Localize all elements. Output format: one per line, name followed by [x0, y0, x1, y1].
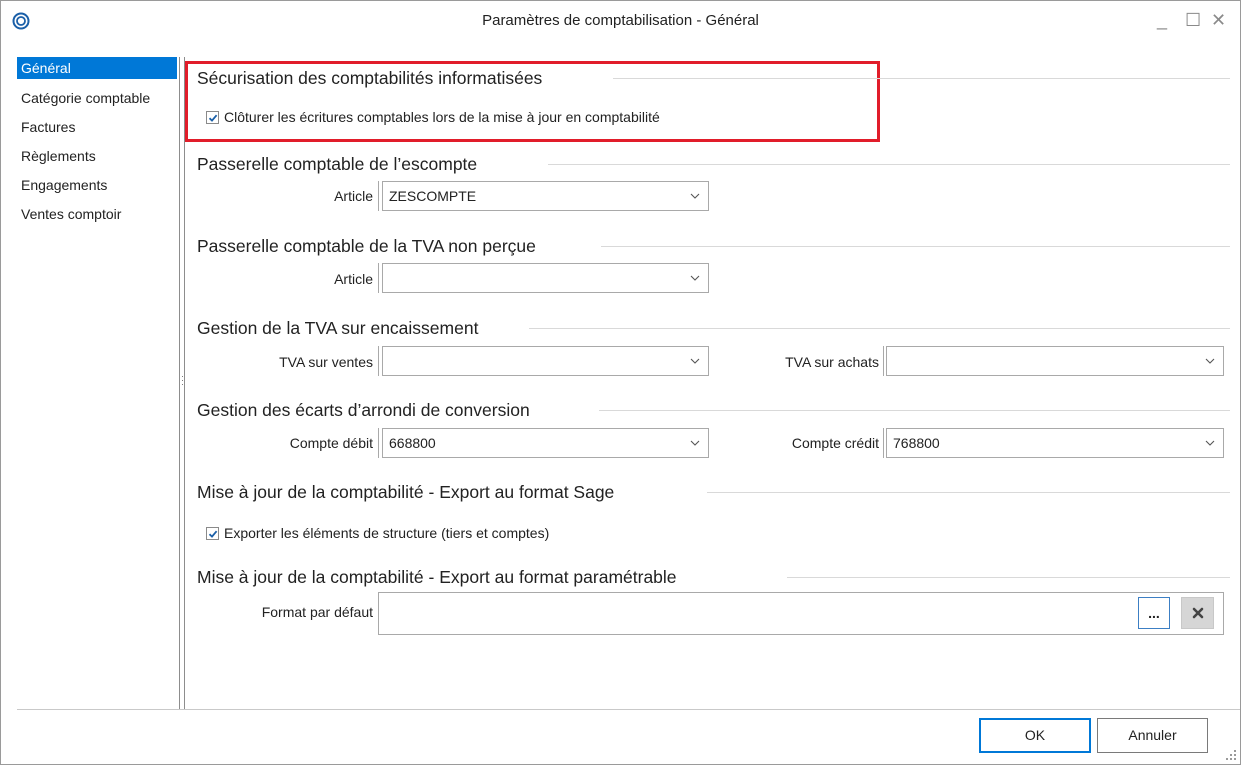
sidebar-item-engagements[interactable]: Engagements	[17, 173, 177, 202]
browse-format-button[interactable]: ...	[1138, 597, 1170, 629]
dialog-window: Paramètres de comptabilisation - Général…	[0, 0, 1241, 765]
compte-debit-value: 668800	[389, 435, 436, 451]
sidebar-item-factures[interactable]: Factures	[17, 115, 177, 144]
footer-divider	[17, 709, 1240, 710]
compte-credit-select[interactable]: 768800	[886, 428, 1224, 458]
section-title-securisation: Sécurisation des comptabilités informati…	[197, 68, 543, 88]
section-divider	[613, 78, 1230, 79]
title-bar: Paramètres de comptabilisation - Général…	[1, 1, 1240, 41]
label-separator	[883, 346, 884, 376]
sidebar-nav: Général Catégorie comptable Factures Règ…	[17, 57, 177, 709]
chevron-down-icon	[1205, 358, 1215, 364]
label-separator	[378, 263, 379, 293]
exporter-structure-checkbox[interactable]	[206, 527, 219, 540]
tva-ventes-label: TVA sur ventes	[279, 354, 373, 370]
sidebar-item-categorie-comptable[interactable]: Catégorie comptable	[17, 86, 177, 115]
checkmark-icon	[208, 114, 218, 122]
chevron-down-icon	[690, 358, 700, 364]
checkmark-icon	[208, 530, 218, 538]
sidebar-item-reglements[interactable]: Règlements	[17, 144, 177, 173]
section-divider	[599, 410, 1230, 411]
escompte-article-value: ZESCOMPTE	[389, 188, 477, 204]
window-title: Paramètres de comptabilisation - Général	[482, 12, 759, 29]
section-divider	[787, 577, 1230, 578]
compte-credit-value: 768800	[893, 435, 940, 451]
compte-debit-label: Compte débit	[289, 435, 373, 451]
sidebar-item-general[interactable]: Général	[17, 57, 177, 79]
chevron-down-icon	[690, 275, 700, 281]
resize-grip-icon[interactable]	[1225, 749, 1237, 761]
label-separator	[378, 346, 379, 376]
escompte-article-select[interactable]: ZESCOMPTE	[382, 181, 709, 211]
clear-format-button[interactable]	[1181, 597, 1214, 629]
section-title-export-parametrable: Mise à jour de la comptabilité - Export …	[197, 567, 677, 587]
section-title-ecarts: Gestion des écarts d’arrondi de conversi…	[197, 400, 530, 420]
label-separator	[883, 428, 884, 458]
tva-non-percue-article-label: Article	[334, 271, 373, 287]
section-title-tva-encaissement: Gestion de la TVA sur encaissement	[197, 318, 479, 338]
splitter-grip-icon: · · ·	[181, 371, 184, 389]
sidebar-item-ventes-comptoir[interactable]: Ventes comptoir	[17, 202, 177, 231]
label-separator	[378, 181, 379, 211]
section-divider	[548, 164, 1230, 165]
chevron-down-icon	[690, 440, 700, 446]
tva-achats-label: TVA sur achats	[785, 354, 879, 370]
section-title-export-sage: Mise à jour de la comptabilité - Export …	[197, 482, 615, 502]
format-defaut-label: Format par défaut	[261, 604, 373, 620]
chevron-down-icon	[690, 193, 700, 199]
section-title-tva-non-percue: Passerelle comptable de la TVA non perçu…	[197, 236, 536, 256]
minimize-button[interactable]: _	[1157, 9, 1167, 31]
tva-non-percue-article-select[interactable]	[382, 263, 709, 293]
chevron-down-icon	[1205, 440, 1215, 446]
panel-splitter[interactable]: · · ·	[179, 57, 185, 709]
section-divider	[707, 492, 1230, 493]
label-separator	[378, 428, 379, 458]
x-icon	[1192, 607, 1203, 619]
tva-achats-select[interactable]	[886, 346, 1224, 376]
close-button[interactable]: ✕	[1211, 9, 1226, 31]
section-title-escompte: Passerelle comptable de l’escompte	[197, 154, 478, 174]
section-divider	[601, 246, 1230, 247]
cloturer-ecritures-checkbox[interactable]	[206, 111, 219, 124]
tva-ventes-select[interactable]	[382, 346, 709, 376]
section-divider	[529, 328, 1230, 329]
compte-credit-label: Compte crédit	[791, 435, 879, 451]
ok-button[interactable]: OK	[979, 718, 1091, 753]
compte-debit-select[interactable]: 668800	[382, 428, 709, 458]
cancel-button[interactable]: Annuler	[1097, 718, 1208, 753]
cloturer-ecritures-label: Clôturer les écritures comptables lors d…	[224, 109, 660, 125]
format-defaut-field[interactable]	[378, 592, 1224, 635]
maximize-button[interactable]: ☐	[1185, 9, 1201, 31]
escompte-article-label: Article	[334, 188, 373, 204]
exporter-structure-label: Exporter les éléments de structure (tier…	[224, 525, 550, 541]
